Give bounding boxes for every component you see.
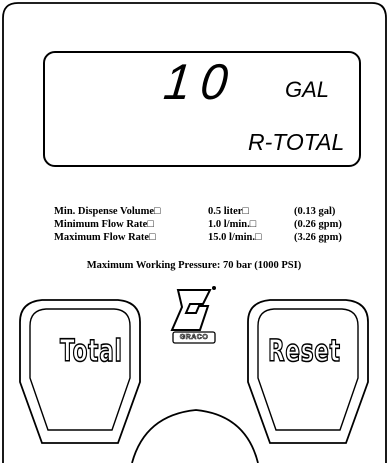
spec-imperial: (3.26 gpm) xyxy=(294,232,342,243)
total-button[interactable] xyxy=(20,300,140,443)
spec-label: Maximum Flow Rate□ xyxy=(54,232,156,243)
spec-imperial: (0.26 gpm) xyxy=(294,219,342,230)
total-button-label: Total xyxy=(59,333,123,370)
reset-button[interactable] xyxy=(248,300,368,443)
lcd-display: 10 GAL R-TOTAL xyxy=(43,51,361,167)
spec-metric: 1.0 l/min.□ xyxy=(208,219,257,230)
spec-label: Min. Dispense Volume□ xyxy=(54,206,161,217)
spec-imperial: (0.13 gal) xyxy=(294,206,336,217)
volume-readout: 10 xyxy=(161,54,241,111)
spec-metric: 15.0 l/min.□ xyxy=(208,232,262,243)
unit-label: GAL xyxy=(285,77,330,102)
graco-logo-text: GRACO xyxy=(179,334,209,342)
mode-label: R-TOTAL xyxy=(248,129,345,155)
spec-metric: 0.5 liter□ xyxy=(208,206,249,217)
spec-label: Minimum Flow Rate□ xyxy=(54,219,154,230)
reset-button-label: Reset xyxy=(267,333,341,370)
max-pressure-note: Maximum Working Pressure: 70 bar (1000 P… xyxy=(86,260,302,271)
